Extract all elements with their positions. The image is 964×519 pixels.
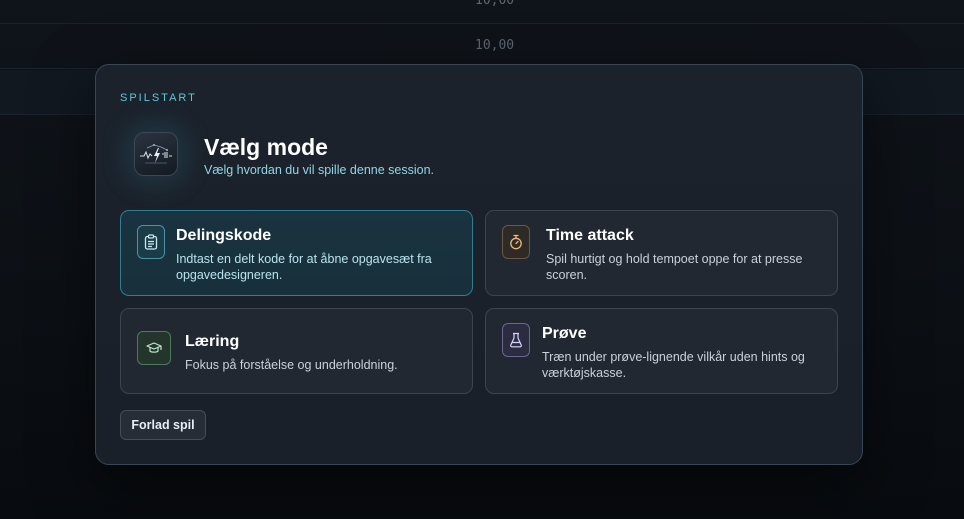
table-row: 10,00: [0, 25, 964, 69]
clipboard-icon: [137, 225, 165, 259]
dialog-eyebrow: SPILSTART: [120, 92, 197, 104]
mode-card-description: Indtast en delt kode for at åbne opgaves…: [176, 252, 432, 282]
mode-card-description: Spil hurtigt og hold tempoet oppe for at…: [546, 252, 803, 282]
leave-game-button[interactable]: Forlad spil: [120, 410, 206, 440]
mode-card-description: Træn under prøve-lignende vilkår uden hi…: [542, 350, 805, 380]
table-cell-value: 10,00: [475, 38, 515, 53]
dialog-title: Vælg mode: [204, 134, 328, 160]
graduation-cap-icon: [137, 331, 171, 365]
mode-card-description: Fokus på forståelse og underholdning.: [185, 358, 398, 372]
mode-select-dialog: SPILSTART Vælg mode Vælg hvordan du vil …: [95, 64, 863, 465]
mode-card-title: Læring: [185, 333, 240, 350]
mode-card-title: Prøve: [542, 325, 587, 342]
mode-card-title: Time attack: [546, 227, 634, 244]
mode-card-time-attack[interactable]: Time attack Spil hurtigt og hold tempoet…: [485, 210, 838, 296]
game-logo-icon: [134, 132, 178, 176]
stopwatch-icon: [502, 225, 530, 259]
dialog-subtitle: Vælg hvordan du vil spille denne session…: [204, 163, 434, 177]
table-row: 10,00: [0, 0, 964, 24]
mode-card-proeve[interactable]: Prøve Træn under prøve-lignende vilkår u…: [485, 308, 838, 394]
table-cell-value: 10,00: [475, 0, 515, 8]
mode-card-title: Delingskode: [176, 227, 272, 244]
mode-card-delingskode[interactable]: Delingskode Indtast en delt kode for at …: [120, 210, 473, 296]
flask-icon: [502, 323, 530, 357]
mode-card-laering[interactable]: Læring Fokus på forståelse og underholdn…: [120, 308, 473, 394]
